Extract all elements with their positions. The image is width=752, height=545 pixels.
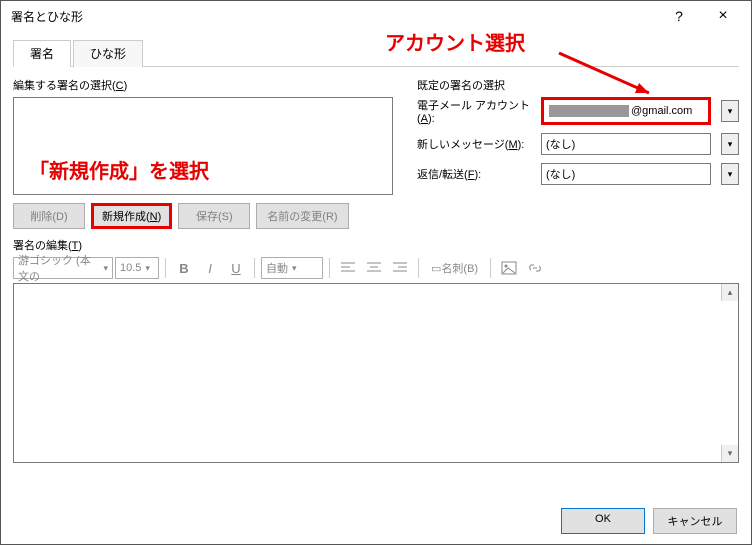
email-account-label: 電子メール アカウント(A): bbox=[417, 97, 535, 125]
align-center-button[interactable] bbox=[362, 257, 386, 279]
new-button[interactable]: 新規作成(N) bbox=[91, 203, 172, 229]
dialog-content: 署名 ひな形 編集する署名の選択(C) 削除(D) 新規作成(N) 保存(S) … bbox=[1, 31, 751, 498]
signature-listbox[interactable] bbox=[13, 97, 393, 195]
align-right-button[interactable] bbox=[388, 257, 412, 279]
signature-editor[interactable]: ▴ ▾ bbox=[13, 283, 739, 463]
rename-button[interactable]: 名前の変更(R) bbox=[256, 203, 348, 229]
redacted-icon bbox=[549, 105, 629, 117]
email-account-highlight: @gmail.com bbox=[541, 97, 711, 125]
email-account-dropdown-arrow[interactable]: ▾ bbox=[721, 100, 739, 122]
ok-button[interactable]: OK bbox=[561, 508, 645, 534]
cancel-button[interactable]: キャンセル bbox=[653, 508, 737, 534]
new-message-label: 新しいメッセージ(M): bbox=[417, 136, 535, 152]
titlebar: 署名とひな形 ? × bbox=[1, 1, 751, 31]
default-sig-label: 既定の署名の選択 bbox=[417, 77, 739, 93]
editor-toolbar: 游ゴシック (本文の▾ 10.5▾ B I U 自動▾ ▭ 名刺(B) bbox=[13, 257, 739, 279]
tab-signature[interactable]: 署名 bbox=[13, 40, 71, 67]
tab-template[interactable]: ひな形 bbox=[73, 40, 143, 67]
scroll-up-button[interactable]: ▴ bbox=[721, 284, 738, 301]
save-button[interactable]: 保存(S) bbox=[178, 203, 250, 229]
dialog-footer: OK キャンセル bbox=[1, 498, 751, 544]
new-message-select[interactable]: (なし) bbox=[541, 133, 711, 155]
image-button[interactable] bbox=[497, 257, 521, 279]
business-card-button[interactable]: ▭ 名刺(B) bbox=[425, 257, 484, 279]
scroll-down-button[interactable]: ▾ bbox=[721, 445, 738, 462]
new-message-dropdown-arrow[interactable]: ▾ bbox=[721, 133, 739, 155]
close-button[interactable]: × bbox=[701, 1, 745, 31]
font-color-select[interactable]: 自動▾ bbox=[261, 257, 323, 279]
italic-button[interactable]: I bbox=[198, 257, 222, 279]
delete-button[interactable]: 削除(D) bbox=[13, 203, 85, 229]
tab-bar: 署名 ひな形 bbox=[13, 39, 739, 67]
link-button[interactable] bbox=[523, 257, 547, 279]
font-size-select[interactable]: 10.5▾ bbox=[115, 257, 159, 279]
email-account-select[interactable]: @gmail.com bbox=[545, 101, 707, 121]
help-button[interactable]: ? bbox=[657, 1, 701, 31]
bold-button[interactable]: B bbox=[172, 257, 196, 279]
window-title: 署名とひな形 bbox=[11, 8, 657, 25]
reply-forward-label: 返信/転送(F): bbox=[417, 166, 535, 182]
font-select[interactable]: 游ゴシック (本文の▾ bbox=[13, 257, 113, 279]
underline-button[interactable]: U bbox=[224, 257, 248, 279]
align-left-button[interactable] bbox=[336, 257, 360, 279]
reply-forward-dropdown-arrow[interactable]: ▾ bbox=[721, 163, 739, 185]
reply-forward-select[interactable]: (なし) bbox=[541, 163, 711, 185]
editor-label: 署名の編集(T) bbox=[13, 237, 739, 253]
signature-select-label: 編集する署名の選択(C) bbox=[13, 77, 393, 93]
